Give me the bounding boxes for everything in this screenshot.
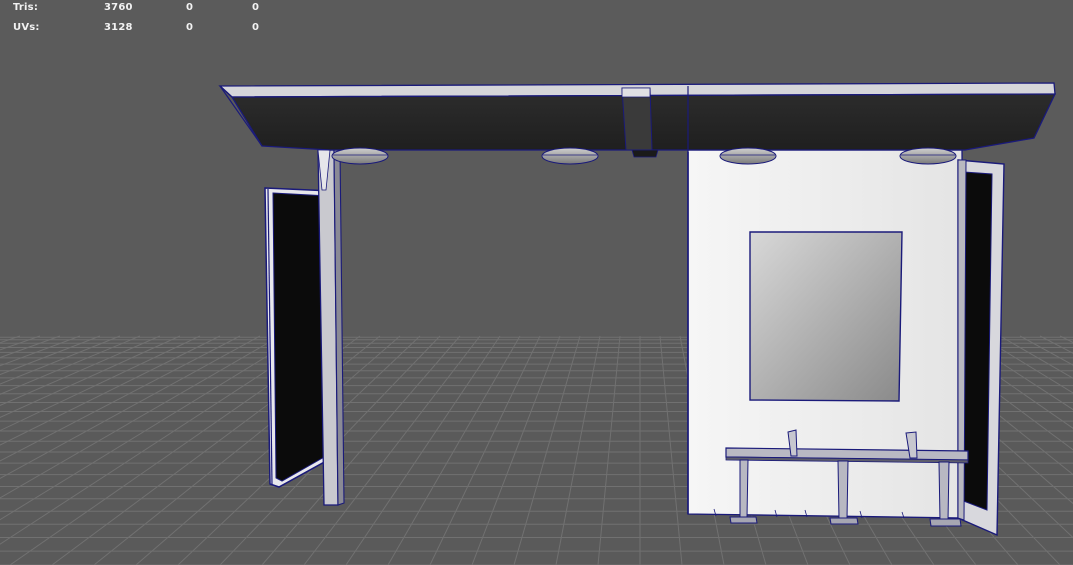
roof[interactable] [218, 82, 1057, 158]
scene-render[interactable] [0, 0, 1073, 565]
roof-lamp [719, 147, 777, 165]
roof-lamp [899, 147, 957, 165]
poster-panel[interactable] [749, 231, 903, 402]
3d-viewport[interactable]: Tris: 3760 0 0 UVs: 3128 0 0 [0, 0, 1073, 565]
roof-lamp [541, 147, 599, 165]
roof-lamp [331, 147, 389, 165]
right-side-panel[interactable] [957, 159, 1005, 537]
